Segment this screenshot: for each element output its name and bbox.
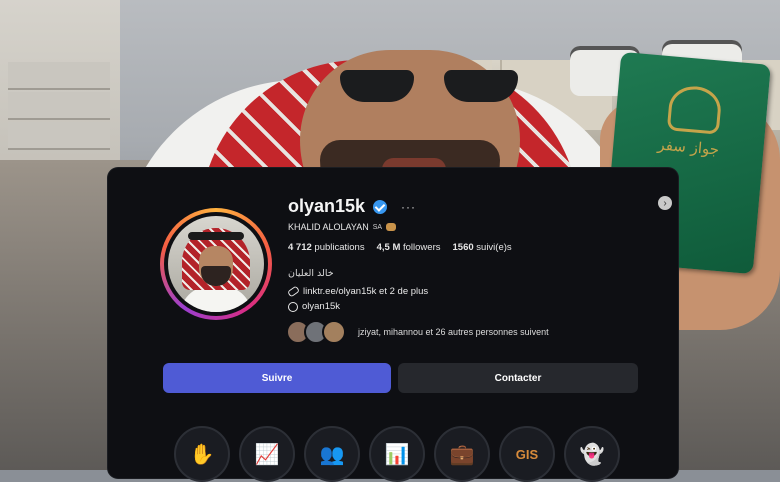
logo-icon: GIS <box>515 446 539 462</box>
highlight-briefcase[interactable]: 💼 <box>434 426 490 482</box>
briefcase-icon: 💼 <box>449 443 475 466</box>
posts-value: 4 712 <box>288 242 312 253</box>
highlight-presentation[interactable]: 📊 <box>369 426 425 482</box>
highlight-handshake[interactable]: ✋ <box>174 426 230 482</box>
profile-card: olyan15k ··· KHALID ALOLAYAN SA 4 712 pu… <box>108 168 678 482</box>
following-value: 1560 <box>452 242 474 253</box>
threads-handle: olyan15k <box>302 301 341 312</box>
more-options-icon[interactable]: ··· <box>401 200 416 214</box>
handshake-icon: ✋ <box>189 443 215 466</box>
passport-title: جواز سفر <box>656 135 720 159</box>
growth-chart-icon: 📈 <box>254 443 280 466</box>
wall-panel <box>8 62 110 90</box>
contact-button[interactable]: Contacter <box>398 363 638 393</box>
posts-label: publications <box>314 242 365 253</box>
following-count[interactable]: 1560 suivi(e)s <box>453 242 512 253</box>
username-row: olyan15k ··· <box>288 196 416 217</box>
presentation-icon: 📊 <box>384 443 410 466</box>
sunglasses <box>340 70 520 104</box>
username: olyan15k <box>288 196 366 216</box>
emblem-icon <box>666 84 723 135</box>
story-highlights: ✋ 📈 👥 📊 💼 GIS 👻 <box>174 426 620 482</box>
full-name: KHALID ALOLAYAN SA <box>288 222 397 232</box>
following-label: suivi(e)s <box>476 242 512 253</box>
bio-arabic: خالد العليان <box>288 268 334 279</box>
threads-link[interactable]: olyan15k <box>288 301 340 312</box>
snapchat-icon: 👻 <box>579 443 605 466</box>
followers-label: followers <box>403 242 441 253</box>
next-highlight-icon[interactable]: › <box>658 196 672 210</box>
mutual-avatars <box>286 320 346 344</box>
posts-count[interactable]: 4 712 publications <box>288 242 365 253</box>
highlight-snapchat[interactable]: 👻 <box>564 426 620 482</box>
sunglasses-lens-right <box>444 70 518 102</box>
bio-link[interactable]: linktr.ee/olyan15k et 2 de plus <box>286 285 429 298</box>
followers-value: 4,5 M <box>376 242 401 253</box>
avatar-frame <box>164 212 268 316</box>
follow-button[interactable]: Suivre <box>163 363 391 393</box>
highlight-group[interactable]: 👥 <box>304 426 360 482</box>
highlight-growth[interactable]: 📈 <box>239 426 295 482</box>
link-icon <box>286 285 301 298</box>
group-icon: 👥 <box>319 443 345 466</box>
verified-badge-icon <box>373 199 388 214</box>
mutual-avatar <box>322 320 346 344</box>
followed-by-text: jziyat, mihannou et 26 autres personnes … <box>358 327 549 337</box>
threads-icon <box>288 301 298 312</box>
profile-stats: 4 712 publications 4,5 M followers 1560 … <box>288 242 512 253</box>
sunglasses-lens-left <box>340 70 414 102</box>
flag-text: SA <box>372 223 383 231</box>
avatar[interactable] <box>168 216 264 312</box>
story-ring[interactable] <box>160 208 272 320</box>
avatar-agal <box>188 232 244 240</box>
followed-by[interactable]: jziyat, mihannou et 26 autres personnes … <box>286 320 549 344</box>
bio-link-text: linktr.ee/olyan15k et 2 de plus <box>303 286 429 297</box>
wall-panel <box>8 122 110 150</box>
highlight-logo[interactable]: GIS <box>499 426 555 482</box>
followers-count[interactable]: 4,5 M followers <box>377 242 441 253</box>
camel-emoji-icon <box>386 223 397 231</box>
full-name-text: KHALID ALOLAYAN <box>288 222 369 232</box>
wall-panel <box>8 92 110 120</box>
